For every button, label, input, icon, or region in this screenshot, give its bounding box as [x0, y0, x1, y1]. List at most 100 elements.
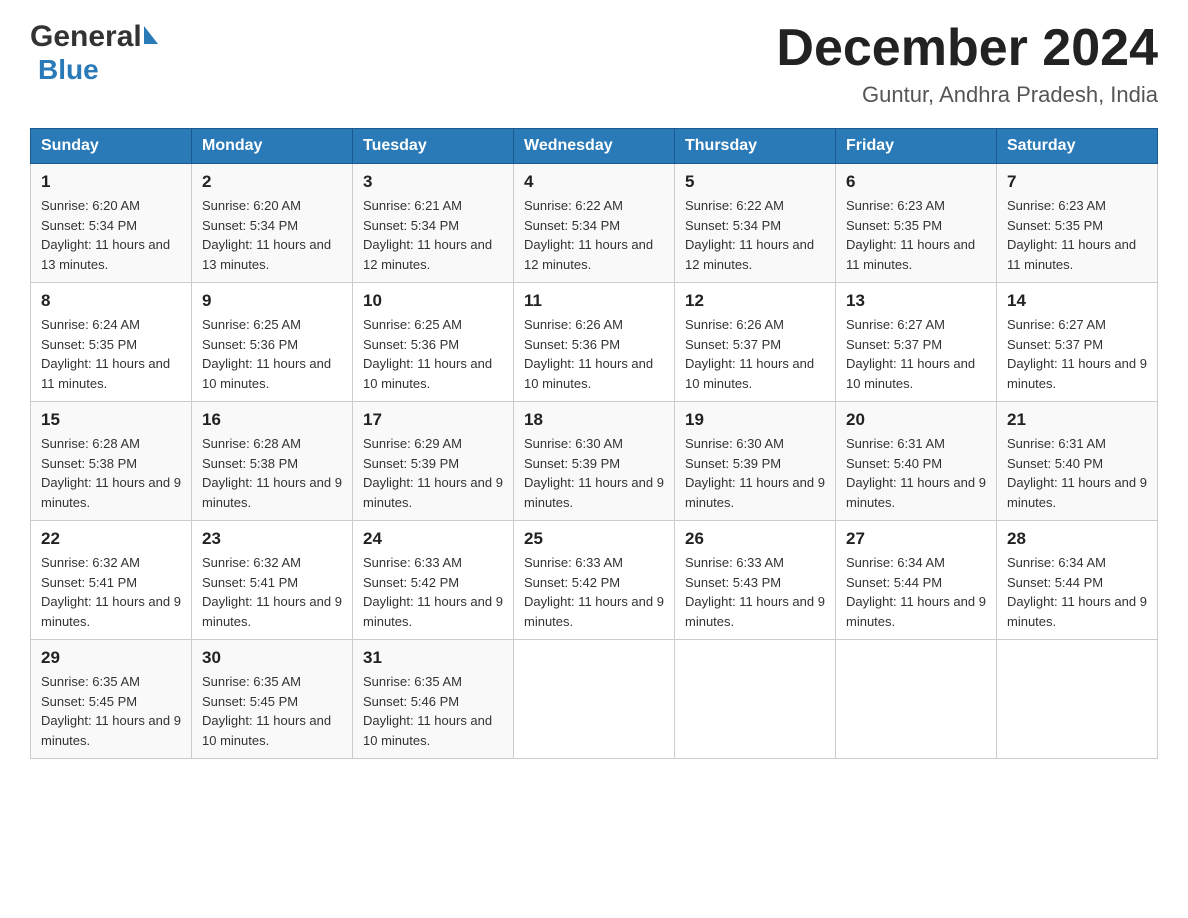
- day-info: Sunrise: 6:32 AMSunset: 5:41 PMDaylight:…: [202, 555, 342, 629]
- page-header: General Blue December 2024 Guntur, Andhr…: [30, 20, 1158, 108]
- day-number: 31: [363, 648, 503, 668]
- calendar-cell: 18 Sunrise: 6:30 AMSunset: 5:39 PMDaylig…: [514, 402, 675, 521]
- day-info: Sunrise: 6:33 AMSunset: 5:42 PMDaylight:…: [363, 555, 503, 629]
- day-info: Sunrise: 6:26 AMSunset: 5:37 PMDaylight:…: [685, 317, 814, 391]
- calendar-cell: 3 Sunrise: 6:21 AMSunset: 5:34 PMDayligh…: [353, 164, 514, 283]
- calendar-body: 1 Sunrise: 6:20 AMSunset: 5:34 PMDayligh…: [31, 164, 1158, 759]
- header-cell-monday: Monday: [192, 129, 353, 164]
- day-number: 2: [202, 172, 342, 192]
- calendar-cell: 21 Sunrise: 6:31 AMSunset: 5:40 PMDaylig…: [997, 402, 1158, 521]
- day-info: Sunrise: 6:22 AMSunset: 5:34 PMDaylight:…: [685, 198, 814, 272]
- calendar-cell: 27 Sunrise: 6:34 AMSunset: 5:44 PMDaylig…: [836, 521, 997, 640]
- calendar-cell: 25 Sunrise: 6:33 AMSunset: 5:42 PMDaylig…: [514, 521, 675, 640]
- calendar-week-1: 1 Sunrise: 6:20 AMSunset: 5:34 PMDayligh…: [31, 164, 1158, 283]
- day-info: Sunrise: 6:24 AMSunset: 5:35 PMDaylight:…: [41, 317, 170, 391]
- calendar-cell: 5 Sunrise: 6:22 AMSunset: 5:34 PMDayligh…: [675, 164, 836, 283]
- logo: General Blue: [30, 20, 158, 86]
- logo-general-text: General: [30, 20, 142, 54]
- title-section: December 2024 Guntur, Andhra Pradesh, In…: [776, 20, 1158, 108]
- day-info: Sunrise: 6:33 AMSunset: 5:43 PMDaylight:…: [685, 555, 825, 629]
- logo-blue-text: Blue: [38, 54, 99, 86]
- calendar-header: SundayMondayTuesdayWednesdayThursdayFrid…: [31, 129, 1158, 164]
- header-cell-friday: Friday: [836, 129, 997, 164]
- calendar-cell: 28 Sunrise: 6:34 AMSunset: 5:44 PMDaylig…: [997, 521, 1158, 640]
- day-number: 4: [524, 172, 664, 192]
- day-number: 7: [1007, 172, 1147, 192]
- day-info: Sunrise: 6:31 AMSunset: 5:40 PMDaylight:…: [846, 436, 986, 510]
- day-info: Sunrise: 6:25 AMSunset: 5:36 PMDaylight:…: [202, 317, 331, 391]
- day-number: 12: [685, 291, 825, 311]
- day-number: 24: [363, 529, 503, 549]
- day-info: Sunrise: 6:27 AMSunset: 5:37 PMDaylight:…: [846, 317, 975, 391]
- day-info: Sunrise: 6:26 AMSunset: 5:36 PMDaylight:…: [524, 317, 653, 391]
- calendar-cell: 10 Sunrise: 6:25 AMSunset: 5:36 PMDaylig…: [353, 283, 514, 402]
- day-number: 28: [1007, 529, 1147, 549]
- calendar-cell: 16 Sunrise: 6:28 AMSunset: 5:38 PMDaylig…: [192, 402, 353, 521]
- day-info: Sunrise: 6:21 AMSunset: 5:34 PMDaylight:…: [363, 198, 492, 272]
- day-number: 20: [846, 410, 986, 430]
- day-info: Sunrise: 6:25 AMSunset: 5:36 PMDaylight:…: [363, 317, 492, 391]
- day-number: 13: [846, 291, 986, 311]
- day-info: Sunrise: 6:32 AMSunset: 5:41 PMDaylight:…: [41, 555, 181, 629]
- day-number: 11: [524, 291, 664, 311]
- page-subtitle: Guntur, Andhra Pradesh, India: [776, 82, 1158, 108]
- day-info: Sunrise: 6:29 AMSunset: 5:39 PMDaylight:…: [363, 436, 503, 510]
- day-number: 25: [524, 529, 664, 549]
- day-number: 6: [846, 172, 986, 192]
- day-info: Sunrise: 6:22 AMSunset: 5:34 PMDaylight:…: [524, 198, 653, 272]
- day-info: Sunrise: 6:30 AMSunset: 5:39 PMDaylight:…: [524, 436, 664, 510]
- calendar-cell: 13 Sunrise: 6:27 AMSunset: 5:37 PMDaylig…: [836, 283, 997, 402]
- calendar-cell: 15 Sunrise: 6:28 AMSunset: 5:38 PMDaylig…: [31, 402, 192, 521]
- day-info: Sunrise: 6:20 AMSunset: 5:34 PMDaylight:…: [41, 198, 170, 272]
- day-info: Sunrise: 6:20 AMSunset: 5:34 PMDaylight:…: [202, 198, 331, 272]
- day-number: 27: [846, 529, 986, 549]
- calendar-cell: [514, 640, 675, 759]
- calendar-cell: 22 Sunrise: 6:32 AMSunset: 5:41 PMDaylig…: [31, 521, 192, 640]
- calendar-table: SundayMondayTuesdayWednesdayThursdayFrid…: [30, 128, 1158, 759]
- day-number: 17: [363, 410, 503, 430]
- day-info: Sunrise: 6:34 AMSunset: 5:44 PMDaylight:…: [1007, 555, 1147, 629]
- calendar-cell: 8 Sunrise: 6:24 AMSunset: 5:35 PMDayligh…: [31, 283, 192, 402]
- calendar-cell: 1 Sunrise: 6:20 AMSunset: 5:34 PMDayligh…: [31, 164, 192, 283]
- day-number: 15: [41, 410, 181, 430]
- calendar-cell: 12 Sunrise: 6:26 AMSunset: 5:37 PMDaylig…: [675, 283, 836, 402]
- header-cell-thursday: Thursday: [675, 129, 836, 164]
- page-title: December 2024: [776, 20, 1158, 77]
- calendar-week-5: 29 Sunrise: 6:35 AMSunset: 5:45 PMDaylig…: [31, 640, 1158, 759]
- day-number: 26: [685, 529, 825, 549]
- day-info: Sunrise: 6:23 AMSunset: 5:35 PMDaylight:…: [1007, 198, 1136, 272]
- calendar-week-2: 8 Sunrise: 6:24 AMSunset: 5:35 PMDayligh…: [31, 283, 1158, 402]
- day-info: Sunrise: 6:33 AMSunset: 5:42 PMDaylight:…: [524, 555, 664, 629]
- calendar-cell: 19 Sunrise: 6:30 AMSunset: 5:39 PMDaylig…: [675, 402, 836, 521]
- day-info: Sunrise: 6:23 AMSunset: 5:35 PMDaylight:…: [846, 198, 975, 272]
- header-cell-tuesday: Tuesday: [353, 129, 514, 164]
- day-number: 23: [202, 529, 342, 549]
- day-info: Sunrise: 6:35 AMSunset: 5:45 PMDaylight:…: [41, 674, 181, 748]
- day-number: 3: [363, 172, 503, 192]
- calendar-cell: 29 Sunrise: 6:35 AMSunset: 5:45 PMDaylig…: [31, 640, 192, 759]
- calendar-cell: 9 Sunrise: 6:25 AMSunset: 5:36 PMDayligh…: [192, 283, 353, 402]
- day-info: Sunrise: 6:28 AMSunset: 5:38 PMDaylight:…: [202, 436, 342, 510]
- day-number: 30: [202, 648, 342, 668]
- day-number: 29: [41, 648, 181, 668]
- calendar-cell: 2 Sunrise: 6:20 AMSunset: 5:34 PMDayligh…: [192, 164, 353, 283]
- day-number: 8: [41, 291, 181, 311]
- calendar-cell: 20 Sunrise: 6:31 AMSunset: 5:40 PMDaylig…: [836, 402, 997, 521]
- day-number: 18: [524, 410, 664, 430]
- day-number: 16: [202, 410, 342, 430]
- calendar-cell: 24 Sunrise: 6:33 AMSunset: 5:42 PMDaylig…: [353, 521, 514, 640]
- calendar-cell: 17 Sunrise: 6:29 AMSunset: 5:39 PMDaylig…: [353, 402, 514, 521]
- calendar-week-3: 15 Sunrise: 6:28 AMSunset: 5:38 PMDaylig…: [31, 402, 1158, 521]
- day-info: Sunrise: 6:35 AMSunset: 5:46 PMDaylight:…: [363, 674, 492, 748]
- day-info: Sunrise: 6:27 AMSunset: 5:37 PMDaylight:…: [1007, 317, 1147, 391]
- day-info: Sunrise: 6:34 AMSunset: 5:44 PMDaylight:…: [846, 555, 986, 629]
- calendar-cell: 6 Sunrise: 6:23 AMSunset: 5:35 PMDayligh…: [836, 164, 997, 283]
- calendar-cell: [675, 640, 836, 759]
- day-number: 1: [41, 172, 181, 192]
- calendar-cell: [997, 640, 1158, 759]
- day-number: 10: [363, 291, 503, 311]
- day-number: 5: [685, 172, 825, 192]
- calendar-cell: 26 Sunrise: 6:33 AMSunset: 5:43 PMDaylig…: [675, 521, 836, 640]
- calendar-cell: 4 Sunrise: 6:22 AMSunset: 5:34 PMDayligh…: [514, 164, 675, 283]
- day-info: Sunrise: 6:30 AMSunset: 5:39 PMDaylight:…: [685, 436, 825, 510]
